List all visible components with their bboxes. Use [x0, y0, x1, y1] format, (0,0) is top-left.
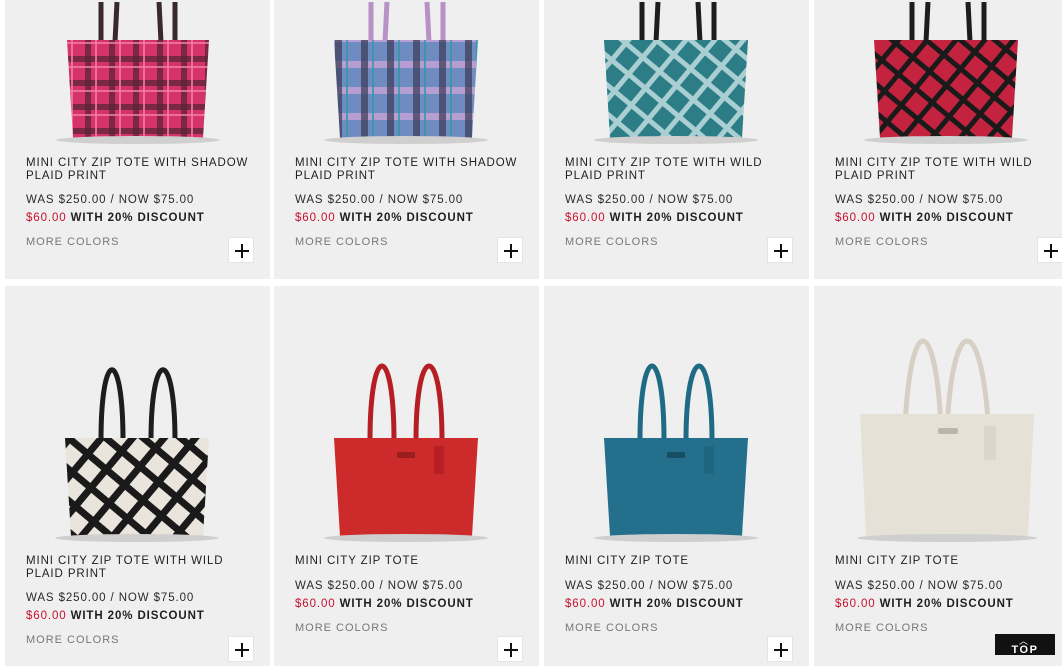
more-colors-link[interactable]: MORE COLORS: [835, 236, 1062, 248]
product-title[interactable]: MINI CITY ZIP TOTE: [295, 555, 529, 569]
discount-note: WITH 20% DISCOUNT: [70, 212, 205, 224]
add-to-bag-plus-icon[interactable]: [497, 636, 523, 662]
sale-price: $60.00: [295, 598, 336, 610]
was-now-price: WAS $250.00 / NOW $75.00: [26, 592, 195, 604]
more-colors-link[interactable]: MORE COLORS: [295, 236, 529, 248]
more-colors-link[interactable]: MORE COLORS: [565, 622, 799, 634]
add-to-bag-plus-icon[interactable]: [228, 636, 254, 662]
product-image[interactable]: [274, 286, 539, 544]
product-card[interactable]: MINI CITY ZIP TOTE WAS $250.00 / NOW $75…: [274, 286, 539, 666]
was-now-price: WAS $250.00 / NOW $75.00: [295, 194, 464, 206]
more-colors-link[interactable]: MORE COLORS: [295, 622, 529, 634]
product-image[interactable]: [5, 0, 270, 148]
discount-note: WITH 20% DISCOUNT: [879, 212, 1014, 224]
more-colors-link[interactable]: MORE COLORS: [26, 634, 260, 646]
product-title[interactable]: MINI CITY ZIP TOTE: [835, 555, 1062, 569]
product-title[interactable]: MINI CITY ZIP TOTE WITH SHADOW PLAID PRI…: [26, 157, 260, 183]
was-now-price: WAS $250.00 / NOW $75.00: [835, 194, 1004, 206]
product-card[interactable]: MINI CITY ZIP TOTE WITH WILD PLAID PRINT…: [5, 286, 270, 666]
product-card[interactable]: MINI CITY ZIP TOTE WAS $250.00 / NOW $75…: [544, 286, 809, 666]
sale-price: $60.00: [835, 598, 876, 610]
discount-line: $60.00 WITH 20% DISCOUNT: [835, 598, 1062, 610]
was-now-price: WAS $250.00 / NOW $75.00: [565, 194, 734, 206]
product-title[interactable]: MINI CITY ZIP TOTE WITH WILD PLAID PRINT: [835, 157, 1062, 183]
add-to-bag-plus-icon[interactable]: [1037, 237, 1062, 263]
sale-price: $60.00: [565, 212, 606, 224]
add-to-bag-plus-icon[interactable]: [767, 237, 793, 263]
product-grid: MINI CITY ZIP TOTE WITH SHADOW PLAID PRI…: [0, 0, 1062, 666]
product-image[interactable]: [5, 286, 270, 544]
discount-line: $60.00 WITH 20% DISCOUNT: [26, 212, 260, 224]
discount-line: $60.00 WITH 20% DISCOUNT: [295, 598, 529, 610]
product-image[interactable]: [814, 0, 1062, 148]
was-now-price: WAS $250.00 / NOW $75.00: [565, 580, 734, 592]
discount-note: WITH 20% DISCOUNT: [609, 212, 744, 224]
was-now-price: WAS $250.00 / NOW $75.00: [835, 580, 1004, 592]
product-card[interactable]: MINI CITY ZIP TOTE WITH SHADOW PLAID PRI…: [5, 0, 270, 279]
was-now-price: WAS $250.00 / NOW $75.00: [26, 194, 195, 206]
add-to-bag-plus-icon[interactable]: [497, 237, 523, 263]
discount-line: $60.00 WITH 20% DISCOUNT: [565, 212, 799, 224]
discount-line: $60.00 WITH 20% DISCOUNT: [835, 212, 1062, 224]
discount-note: WITH 20% DISCOUNT: [70, 610, 205, 622]
sale-price: $60.00: [295, 212, 336, 224]
back-to-top-label: TOP: [1011, 644, 1039, 656]
product-title[interactable]: MINI CITY ZIP TOTE WITH SHADOW PLAID PRI…: [295, 157, 529, 183]
product-card[interactable]: MINI CITY ZIP TOTE WAS $250.00 / NOW $75…: [814, 286, 1062, 666]
product-image[interactable]: [544, 0, 809, 148]
sale-price: $60.00: [26, 610, 67, 622]
discount-note: WITH 20% DISCOUNT: [609, 598, 744, 610]
product-title[interactable]: MINI CITY ZIP TOTE WITH WILD PLAID PRINT: [565, 157, 799, 183]
product-card[interactable]: MINI CITY ZIP TOTE WITH WILD PLAID PRINT…: [544, 0, 809, 279]
discount-line: $60.00 WITH 20% DISCOUNT: [565, 598, 799, 610]
more-colors-link[interactable]: MORE COLORS: [26, 236, 260, 248]
more-colors-link[interactable]: MORE COLORS: [835, 622, 1062, 634]
discount-line: $60.00 WITH 20% DISCOUNT: [26, 610, 260, 622]
product-image[interactable]: [544, 286, 809, 544]
discount-note: WITH 20% DISCOUNT: [339, 598, 474, 610]
sale-price: $60.00: [565, 598, 606, 610]
product-image[interactable]: [274, 0, 539, 148]
add-to-bag-plus-icon[interactable]: [228, 237, 254, 263]
discount-note: WITH 20% DISCOUNT: [339, 212, 474, 224]
discount-line: $60.00 WITH 20% DISCOUNT: [295, 212, 529, 224]
discount-note: WITH 20% DISCOUNT: [879, 598, 1014, 610]
add-to-bag-plus-icon[interactable]: [767, 636, 793, 662]
was-now-price: WAS $250.00 / NOW $75.00: [295, 580, 464, 592]
more-colors-link[interactable]: MORE COLORS: [565, 236, 799, 248]
product-card[interactable]: MINI CITY ZIP TOTE WITH SHADOW PLAID PRI…: [274, 0, 539, 279]
product-title[interactable]: MINI CITY ZIP TOTE WITH WILD PLAID PRINT: [26, 555, 260, 581]
product-image[interactable]: [814, 286, 1062, 544]
product-title[interactable]: MINI CITY ZIP TOTE: [565, 555, 799, 569]
product-card[interactable]: MINI CITY ZIP TOTE WITH WILD PLAID PRINT…: [814, 0, 1062, 279]
back-to-top-button[interactable]: ︿ TOP: [995, 634, 1055, 656]
sale-price: $60.00: [835, 212, 876, 224]
sale-price: $60.00: [26, 212, 67, 224]
